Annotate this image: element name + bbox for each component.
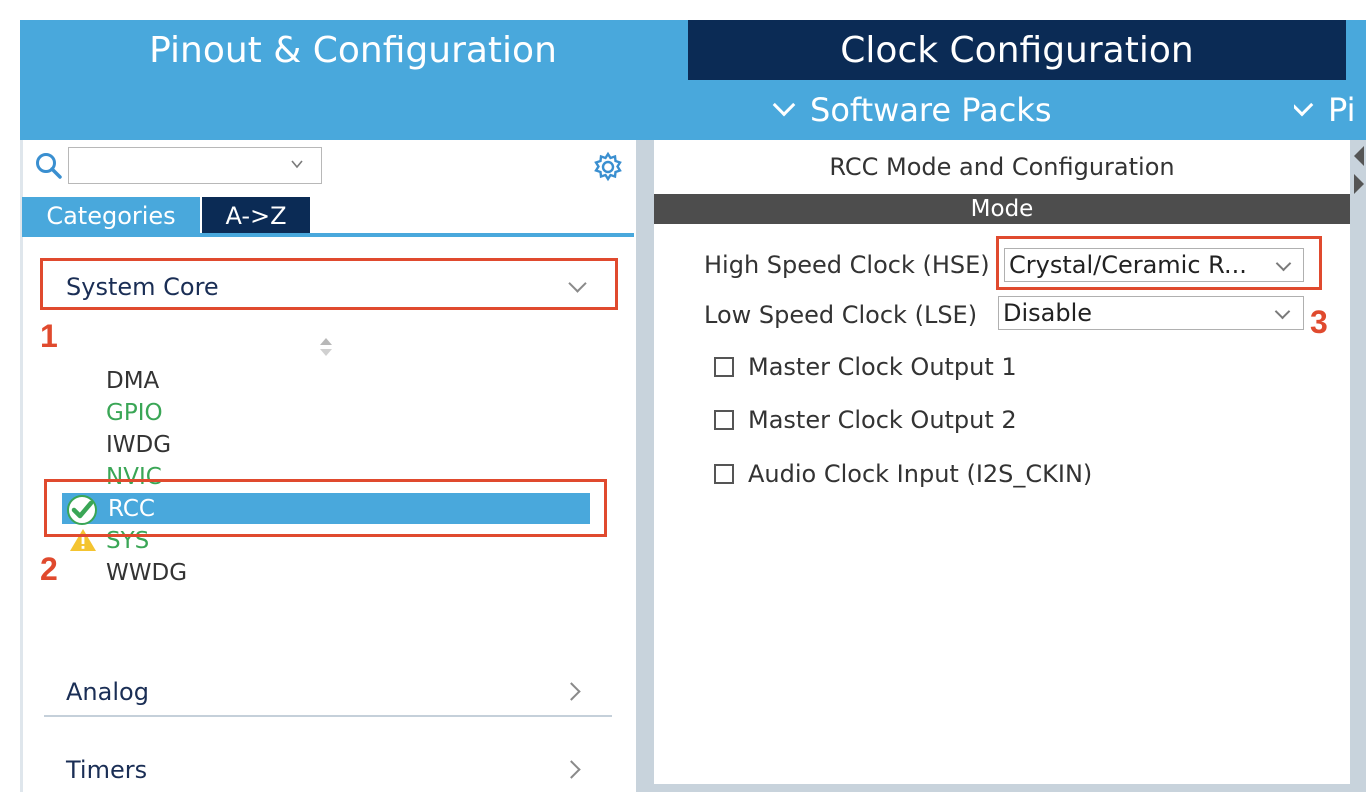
audio-clock-input-row[interactable]: Audio Clock Input (I2S_CKIN) — [714, 457, 1092, 491]
master-clock-output-2-checkbox[interactable] — [714, 410, 734, 430]
tab-categories-label: Categories — [46, 201, 176, 230]
highlight-box-3 — [996, 236, 1322, 290]
tab-pinout-configuration[interactable]: Pinout & Configuration — [20, 20, 686, 80]
search-input[interactable] — [68, 147, 322, 184]
tab-underline — [22, 233, 634, 237]
category-divider — [44, 715, 612, 717]
list-item-gpio[interactable]: GPIO — [106, 397, 163, 429]
search-icon[interactable] — [34, 151, 64, 181]
lse-label: Low Speed Clock (LSE) — [704, 301, 978, 329]
master-clock-output-2-row[interactable]: Master Clock Output 2 — [714, 403, 1017, 437]
audio-clock-input-checkbox[interactable] — [714, 464, 734, 484]
lse-select-value: Disable — [1003, 299, 1093, 327]
secondary-menu-bar — [20, 80, 1366, 140]
chevron-right-icon — [562, 682, 581, 701]
annotation-number-1: 1 — [40, 318, 58, 354]
panel-bottom-border — [636, 784, 1366, 792]
tab-clock-configuration[interactable]: Clock Configuration — [688, 20, 1346, 80]
checkbox-label: Master Clock Output 2 — [748, 406, 1017, 434]
lse-select[interactable]: Disable — [998, 296, 1304, 330]
master-clock-output-1-checkbox[interactable] — [714, 357, 734, 377]
tab-categories[interactable]: Categories — [22, 197, 200, 234]
list-item-wwdg[interactable]: WWDG — [106, 557, 187, 589]
category-analog[interactable]: Analog — [44, 670, 610, 714]
list-item-dma[interactable]: DMA — [106, 365, 159, 397]
tab-overflow — [1348, 20, 1366, 80]
sort-icon[interactable] — [318, 336, 334, 358]
collapse-arrow-icon[interactable] — [1350, 142, 1366, 198]
master-clock-output-1-row[interactable]: Master Clock Output 1 — [714, 350, 1017, 384]
category-timers[interactable]: Timers — [44, 748, 610, 792]
tab-clock-label: Clock Configuration — [840, 29, 1194, 71]
category-label: Timers — [66, 756, 148, 784]
checkbox-label: Audio Clock Input (I2S_CKIN) — [748, 460, 1093, 488]
software-packs-label: Software Packs — [810, 91, 1052, 129]
chevron-right-icon — [562, 760, 581, 779]
tab-a-to-z-label: A->Z — [225, 201, 287, 230]
category-label: Analog — [66, 678, 149, 706]
checkbox-label: Master Clock Output 1 — [748, 353, 1017, 381]
tab-a-to-z[interactable]: A->Z — [202, 197, 310, 234]
chevron-down-icon — [1294, 93, 1314, 117]
hse-label: High Speed Clock (HSE) — [704, 251, 990, 279]
chevron-down-icon — [772, 93, 796, 117]
mode-section-header: Mode — [654, 194, 1350, 224]
software-packs-menu[interactable]: Software Packs — [772, 84, 1052, 136]
tab-pinout-label: Pinout & Configuration — [149, 29, 557, 71]
annotation-number-2: 2 — [40, 551, 58, 587]
highlight-box-2 — [44, 479, 607, 537]
list-item-iwdg[interactable]: IWDG — [106, 429, 171, 461]
panel-border — [20, 140, 23, 792]
annotation-number-3: 3 — [1310, 304, 1328, 340]
panel-splitter[interactable] — [636, 140, 654, 792]
pinout-menu[interactable]: Pi — [1294, 84, 1366, 136]
chevron-down-icon[interactable] — [290, 157, 304, 171]
pinout-menu-label: Pi — [1328, 91, 1356, 129]
highlight-box-1 — [40, 258, 618, 310]
panel-title: RCC Mode and Configuration — [829, 153, 1175, 181]
gear-icon[interactable] — [592, 151, 624, 183]
right-splitter[interactable] — [1350, 140, 1366, 792]
